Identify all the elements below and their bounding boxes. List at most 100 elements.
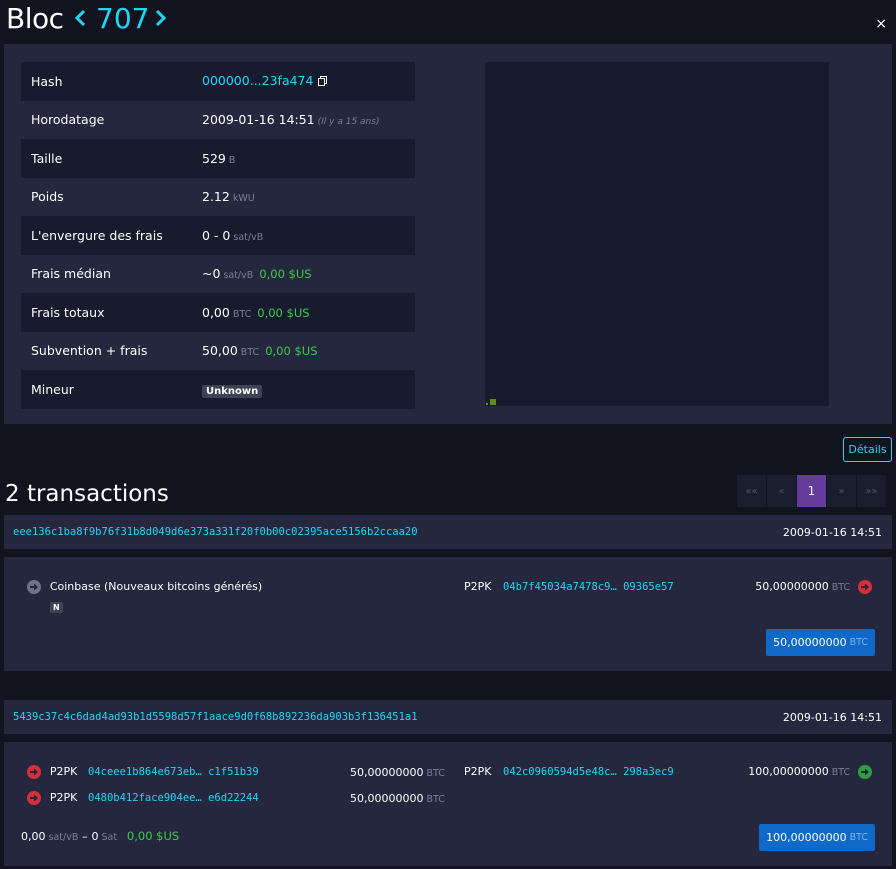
arrow-right-icon[interactable] <box>858 764 872 779</box>
total-unit: BTC <box>849 637 868 648</box>
output-address-link[interactable]: 042c0960594d5e48c… 298a3ec9 <box>503 766 674 778</box>
detail-unit: sat/vB <box>223 270 254 282</box>
new-badge: N <box>50 602 63 613</box>
detail-key: Mineur <box>31 381 74 397</box>
tx-header: eee136c1ba8f9b76f31b8d049d6e373a331f20f0… <box>4 515 892 549</box>
tx-square[interactable] <box>486 403 488 405</box>
time-ago: (Il y a 15 ans) <box>317 117 380 128</box>
detail-usd: 0,00 $US <box>259 267 312 282</box>
detail-key: Subvention + frais <box>31 343 148 359</box>
block-detail-row: L'envergure des frais 0 - 0 sat/vB <box>21 216 415 255</box>
arrow-right-icon[interactable] <box>27 579 41 594</box>
input-address-link[interactable]: 0480b412face904ee… e6d22244 <box>88 792 259 804</box>
block-navigation: 707 <box>74 2 169 35</box>
detail-unit: BTC <box>232 308 252 320</box>
details-button[interactable]: Détails <box>843 437 892 462</box>
chevron-right-icon[interactable] <box>155 2 169 30</box>
output-type: P2PK <box>464 580 492 593</box>
detail-key: Taille <box>31 150 63 166</box>
input-amount-row: 50,00000000 BTC <box>350 765 445 779</box>
total-amount: 50,00000000 <box>773 636 847 649</box>
detail-unit: B <box>228 154 236 166</box>
pager-prev-button[interactable]: « <box>767 475 796 507</box>
detail-value-cell: 2009-01-16 14:51 (Il y a 15 ans) <box>202 112 379 127</box>
input-unit: BTC <box>426 794 445 805</box>
output-unit: BTC <box>831 582 851 593</box>
output-unit: BTC <box>831 767 851 778</box>
detail-key: Horodatage <box>31 112 105 128</box>
block-details-table: Hash 000000...23fa474 Horodatage 2009-01-16… <box>21 62 415 409</box>
output-type: P2PK <box>464 765 492 778</box>
total-amount: 100,00000000 <box>766 831 847 844</box>
output-address-link[interactable]: 04b7f45034a7478c9… 09365e57 <box>503 581 674 593</box>
output-amount: 50,00000000 <box>755 580 829 593</box>
input-address-link[interactable]: 04ceee1b864e673eb… c1f51b39 <box>88 766 259 778</box>
detail-value-cell: 0,00 BTC 0,00 $US <box>202 305 310 320</box>
tx-total-button[interactable]: 50,00000000 BTC <box>766 629 875 656</box>
pagination: «« «1»»» <box>737 475 887 507</box>
pager-next-button[interactable]: » <box>827 475 856 507</box>
detail-usd: 0,00 $US <box>257 305 310 320</box>
chevron-left-icon[interactable] <box>74 2 88 30</box>
detail-key: L'envergure des frais <box>31 227 163 243</box>
block-detail-row: Poids 2.12 kWU <box>21 178 415 217</box>
input-row: Coinbase (Nouveaux bitcoins générés) <box>27 579 262 594</box>
detail-value: 2009-01-16 14:51 <box>202 112 315 128</box>
tx-square[interactable] <box>490 399 496 405</box>
detail-key: Hash <box>31 73 63 89</box>
block-hash-link[interactable]: 000000...23fa474 <box>202 73 313 88</box>
block-detail-row: Taille 529 B <box>21 139 415 178</box>
miner-badge: Unknown <box>202 384 263 398</box>
detail-unit: kWU <box>232 193 255 205</box>
detail-value: 50,00 <box>202 343 238 359</box>
total-unit: BTC <box>849 832 868 843</box>
detail-value-cell: 50,00 BTC 0,00 $US <box>202 343 318 358</box>
tx-body: Coinbase (Nouveaux bitcoins générés) N P… <box>4 557 892 671</box>
input-unit: BTC <box>426 768 445 779</box>
tx-header: 5439c37c4c6dad4ad93b1d5598d57f1aace9d0f6… <box>4 700 892 734</box>
fee-separator: – <box>82 830 88 843</box>
block-detail-row: Hash 000000...23fa474 <box>21 62 415 101</box>
fee-sat-unit: Sat <box>101 832 118 843</box>
tx-total-button[interactable]: 100,00000000 BTC <box>759 824 875 851</box>
transactions-count-heading: 2 transactions <box>5 481 169 507</box>
detail-key: Poids <box>31 189 64 205</box>
detail-value: 0,00 <box>202 304 230 320</box>
detail-value-cell: Unknown <box>202 382 263 398</box>
detail-unit: sat/vB <box>233 231 264 243</box>
txid-link[interactable]: 5439c37c4c6dad4ad93b1d5598d57f1aace9d0f6… <box>13 711 418 723</box>
tx-timestamp: 2009-01-16 14:51 <box>782 525 882 539</box>
block-detail-row: Mineur Unknown <box>21 370 415 409</box>
copy-icon[interactable] <box>318 74 328 89</box>
tx-body: P2PK 04ceee1b864e673eb… c1f51b39 50,0000… <box>4 742 892 866</box>
detail-value: 2.12 <box>202 189 230 205</box>
detail-usd: 0,00 $US <box>265 344 318 359</box>
block-detail-row: Horodatage 2009-01-16 14:51 (Il y a 15 ans… <box>21 101 415 140</box>
page-title: Bloc <box>6 2 64 35</box>
fee-rate-unit: sat/vB <box>48 832 79 843</box>
pager-last-button[interactable]: »» <box>857 475 886 507</box>
detail-value-cell: 000000...23fa474 <box>202 73 328 89</box>
block-height: 707 <box>96 2 150 35</box>
output-amount-row: 100,00000000 BTC <box>748 764 872 779</box>
fee-rate: 0,00 <box>21 830 46 843</box>
arrow-right-icon[interactable] <box>27 764 41 779</box>
arrow-right-icon[interactable] <box>27 790 41 805</box>
pager-first-button[interactable]: «« <box>737 475 766 507</box>
input-amount: 50,00000000 <box>350 766 424 779</box>
close-button[interactable]: × <box>875 16 887 32</box>
input-amount: 50,00000000 <box>350 792 424 805</box>
detail-unit: BTC <box>240 347 260 359</box>
arrow-right-icon[interactable] <box>858 579 872 594</box>
input-row: P2PK <box>27 790 77 805</box>
input-type: P2PK <box>49 791 78 804</box>
input-amount-row: 50,00000000 BTC <box>350 791 445 805</box>
detail-key: Frais totaux <box>31 304 105 320</box>
pager-page-button[interactable]: 1 <box>797 475 826 507</box>
detail-value: 529 <box>202 150 226 166</box>
tx-timestamp: 2009-01-16 14:51 <box>782 710 882 724</box>
coinbase-label: Coinbase (Nouveaux bitcoins générés) <box>49 580 263 593</box>
txid-link[interactable]: eee136c1ba8f9b76f31b8d049d6e373a331f20f0… <box>13 526 418 538</box>
output-amount-row: 50,00000000 BTC <box>755 579 872 594</box>
block-detail-row: Subvention + frais 50,00 BTC 0,00 $US <box>21 332 415 371</box>
